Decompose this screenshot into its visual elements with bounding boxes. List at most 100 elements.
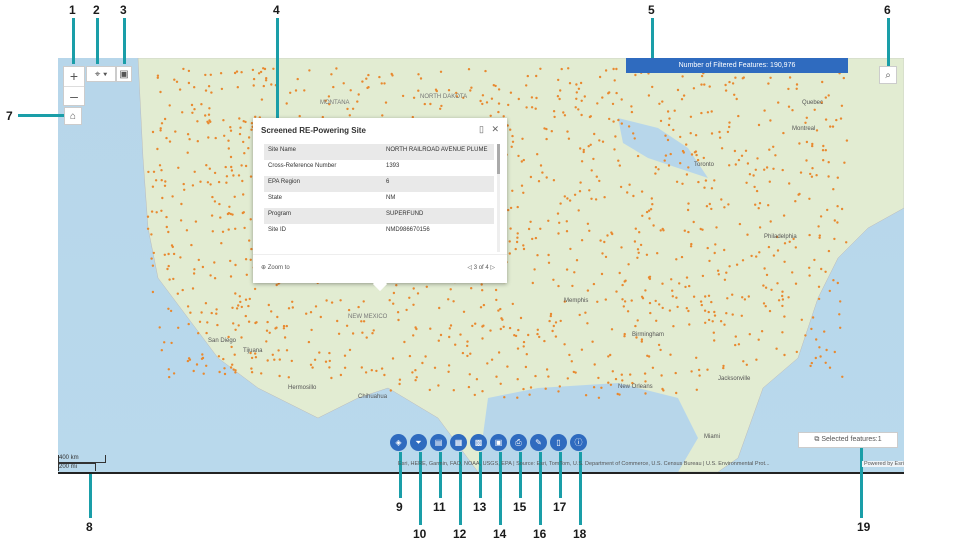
- table-button[interactable]: ▤: [430, 434, 447, 451]
- feature-point: [707, 294, 711, 297]
- feature-point: [380, 367, 384, 370]
- selected-features-button[interactable]: ⧉ Selected features:1: [798, 432, 898, 448]
- feature-point: [182, 67, 185, 71]
- feature-point: [490, 97, 494, 100]
- feature-point: [167, 368, 170, 371]
- feature-point: [238, 132, 242, 136]
- callout-2: 2: [93, 3, 100, 17]
- feature-point: [741, 259, 745, 262]
- feature-point: [776, 282, 779, 285]
- feature-point: [411, 371, 414, 374]
- feature-point: [414, 326, 417, 329]
- feature-point: [629, 373, 632, 376]
- feature-point: [291, 300, 294, 303]
- feature-point: [668, 117, 671, 120]
- feature-point: [250, 356, 254, 360]
- feature-point: [328, 359, 331, 363]
- dock-icon[interactable]: ▯: [479, 124, 484, 134]
- feature-point: [522, 340, 526, 344]
- feature-point: [668, 309, 672, 312]
- feature-point: [637, 251, 640, 254]
- feature-point: [448, 335, 451, 339]
- feature-point: [627, 263, 630, 266]
- bookmark-button[interactable]: ▯: [550, 434, 567, 451]
- feature-point: [556, 95, 560, 98]
- feature-point: [511, 140, 515, 143]
- measure-button[interactable]: ✎: [530, 434, 547, 451]
- popup-scrollbar[interactable]: [497, 144, 500, 252]
- feature-point: [204, 302, 208, 305]
- feature-point: [686, 208, 690, 212]
- layers-button[interactable]: ◈: [390, 434, 407, 451]
- leader-8: [89, 474, 92, 518]
- select-tool-button[interactable]: ⌖ ▾: [86, 66, 116, 82]
- feature-point: [636, 154, 640, 158]
- feature-point: [339, 373, 343, 377]
- feature-point: [197, 332, 200, 335]
- feature-point: [597, 396, 601, 399]
- feature-point: [193, 86, 196, 89]
- close-icon[interactable]: ✕: [491, 124, 499, 134]
- feature-point: [612, 120, 615, 123]
- print-button[interactable]: ⎙: [510, 434, 527, 451]
- feature-point: [225, 181, 228, 184]
- feature-point: [604, 255, 608, 259]
- feature-point: [343, 354, 347, 357]
- feature-point: [307, 340, 311, 344]
- feature-point: [495, 298, 498, 302]
- feature-point: [370, 369, 373, 372]
- feature-point: [659, 119, 663, 123]
- feature-point: [650, 197, 653, 200]
- feature-point: [559, 89, 562, 92]
- map-label: Hermosillo: [288, 385, 317, 391]
- feature-point: [632, 132, 635, 135]
- feature-point: [362, 320, 366, 323]
- basemap-button[interactable]: ▦: [450, 434, 467, 451]
- feature-point: [580, 348, 584, 351]
- feature-point: [645, 210, 649, 214]
- legend-button[interactable]: ▩: [470, 434, 487, 451]
- feature-point: [346, 107, 349, 111]
- feature-point: [362, 300, 365, 303]
- save-button[interactable]: ▣: [490, 434, 507, 451]
- feature-point: [242, 120, 245, 123]
- feature-point: [348, 114, 351, 117]
- feature-point: [584, 311, 587, 314]
- feature-point: [554, 335, 558, 338]
- feature-point: [485, 101, 489, 104]
- feature-point: [423, 102, 426, 106]
- feature-point: [439, 107, 442, 110]
- feature-point: [592, 282, 596, 286]
- callout-11: 11: [433, 500, 446, 514]
- home-button[interactable]: ⌂: [64, 107, 82, 125]
- powered-by[interactable]: Powered by Esri: [861, 461, 904, 467]
- feature-point: [437, 384, 440, 387]
- feature-point: [593, 132, 596, 136]
- feature-point: [666, 110, 670, 113]
- feature-point: [648, 301, 652, 305]
- zoom-out-button[interactable]: –: [64, 86, 84, 106]
- clear-selection-button[interactable]: ▣: [116, 66, 132, 82]
- feature-point: [202, 372, 205, 375]
- feature-point: [626, 191, 629, 194]
- feature-point: [552, 324, 555, 328]
- feature-point: [663, 159, 666, 162]
- feature-point: [672, 128, 675, 132]
- feature-point: [627, 125, 631, 128]
- popup-pager[interactable]: ◁ 3 of 4 ▷: [467, 264, 495, 271]
- feature-point: [590, 169, 593, 172]
- filter-button[interactable]: ⏷: [410, 434, 427, 451]
- feature-point: [199, 180, 202, 183]
- feature-point: [821, 80, 824, 84]
- feature-point: [644, 392, 647, 395]
- feature-point: [357, 93, 360, 96]
- feature-point: [591, 340, 594, 343]
- feature-point: [640, 340, 643, 343]
- feature-point: [700, 303, 703, 307]
- feature-point: [222, 119, 225, 122]
- zoom-to-link[interactable]: ⊕ Zoom to: [261, 264, 290, 271]
- zoom-in-button[interactable]: +: [64, 67, 84, 86]
- info-button[interactable]: ⓘ: [570, 434, 587, 451]
- search-button[interactable]: ⌕: [879, 66, 897, 84]
- map-label: Memphis: [564, 298, 589, 304]
